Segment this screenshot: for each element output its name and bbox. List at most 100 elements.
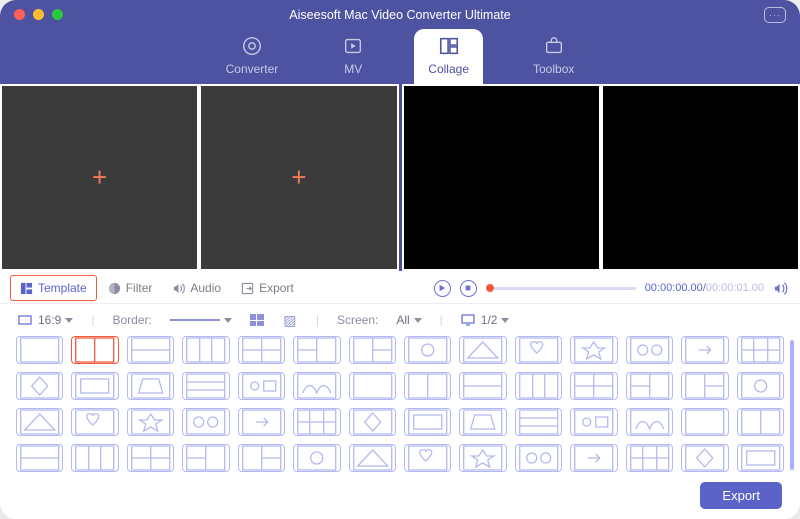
template-thumb[interactable] (459, 444, 506, 472)
nav-mv[interactable]: MV (328, 29, 378, 84)
template-thumb[interactable] (349, 408, 396, 436)
template-thumb[interactable] (71, 408, 118, 436)
template-thumb[interactable] (459, 372, 506, 400)
template-thumb[interactable] (515, 372, 562, 400)
template-thumb[interactable] (404, 372, 451, 400)
template-thumb[interactable] (293, 372, 340, 400)
export-button[interactable]: Export (700, 482, 782, 509)
player-controls: 00:00:00.00/00:00:01.00 (434, 280, 788, 297)
titlebar: Aiseesoft Mac Video Converter Ultimate ·… (0, 0, 800, 84)
template-thumb[interactable] (737, 444, 784, 472)
templates-scrollbar[interactable] (790, 340, 794, 470)
template-thumb[interactable] (515, 336, 562, 364)
template-thumb[interactable] (515, 444, 562, 472)
subtab-label: Template (38, 281, 87, 295)
stop-button[interactable] (460, 280, 477, 297)
toolbox-icon (543, 35, 565, 57)
template-thumb[interactable] (404, 336, 451, 364)
subtab-filter[interactable]: Filter (99, 276, 162, 300)
template-thumb[interactable] (737, 336, 784, 364)
template-thumb[interactable] (404, 408, 451, 436)
template-thumb[interactable] (681, 444, 728, 472)
nav-collage[interactable]: Collage (414, 29, 483, 84)
options-row: 16:9 | Border: ▨ | Screen: All | 1/2 (0, 304, 800, 334)
template-thumb[interactable] (570, 336, 617, 364)
template-icon (20, 282, 33, 295)
screen-select[interactable]: All (396, 313, 421, 327)
template-thumb[interactable] (515, 408, 562, 436)
template-thumb[interactable] (626, 444, 673, 472)
drop-cell-1[interactable]: + (2, 86, 197, 269)
app-window: Aiseesoft Mac Video Converter Ultimate ·… (0, 0, 800, 519)
template-thumb[interactable] (737, 408, 784, 436)
template-thumb[interactable] (127, 444, 174, 472)
template-thumb[interactable] (626, 372, 673, 400)
mv-icon (342, 35, 364, 57)
template-thumb[interactable] (182, 408, 229, 436)
aspect-ratio-select[interactable]: 16:9 (18, 313, 73, 327)
play-button[interactable] (434, 280, 451, 297)
chevron-down-icon (501, 318, 509, 323)
screen-value: All (396, 313, 409, 327)
converter-icon (241, 35, 263, 57)
template-thumb[interactable] (182, 444, 229, 472)
layer-value: 1/2 (481, 313, 498, 327)
main-nav: Converter MV Collage Toolbox (0, 29, 800, 84)
template-thumb[interactable] (127, 372, 174, 400)
template-thumb[interactable] (16, 336, 63, 364)
border-style-select[interactable] (170, 318, 232, 323)
template-thumb[interactable] (570, 372, 617, 400)
template-thumb[interactable] (681, 372, 728, 400)
preview-cell-1 (404, 86, 599, 269)
template-thumb[interactable] (293, 336, 340, 364)
template-thumb[interactable] (570, 444, 617, 472)
template-thumb[interactable] (293, 444, 340, 472)
template-thumb[interactable] (349, 372, 396, 400)
nav-label: Converter (226, 62, 279, 76)
template-thumb[interactable] (293, 408, 340, 436)
export-icon (241, 282, 254, 295)
template-thumb[interactable] (737, 372, 784, 400)
template-thumb[interactable] (349, 444, 396, 472)
seek-bar[interactable] (486, 287, 636, 290)
template-thumb[interactable] (349, 336, 396, 364)
border-hatch-button[interactable]: ▨ (282, 312, 298, 328)
chevron-down-icon (414, 318, 422, 323)
template-thumb[interactable] (71, 444, 118, 472)
template-thumb[interactable] (626, 408, 673, 436)
nav-converter[interactable]: Converter (212, 29, 293, 84)
template-thumb[interactable] (16, 372, 63, 400)
editor-preview-pane (402, 84, 800, 271)
nav-label: Collage (428, 62, 469, 76)
template-thumb[interactable] (16, 408, 63, 436)
template-thumb[interactable] (404, 444, 451, 472)
subtab-audio[interactable]: Audio (163, 276, 230, 300)
plus-icon: + (92, 162, 107, 193)
volume-button[interactable] (773, 281, 788, 296)
template-thumb[interactable] (71, 372, 118, 400)
subtab-row: Template Filter Audio Export 00:00:00.00… (0, 271, 800, 304)
drop-cell-2[interactable]: + (201, 86, 396, 269)
template-thumb[interactable] (681, 408, 728, 436)
nav-toolbox[interactable]: Toolbox (519, 29, 588, 84)
template-thumb[interactable] (182, 336, 229, 364)
template-thumb[interactable] (459, 336, 506, 364)
template-thumb[interactable] (681, 336, 728, 364)
template-thumb[interactable] (238, 372, 285, 400)
subtab-export[interactable]: Export (232, 276, 303, 300)
collage-editor: + + (0, 84, 800, 271)
template-thumb[interactable] (459, 408, 506, 436)
template-thumb[interactable] (182, 372, 229, 400)
template-thumb[interactable] (238, 408, 285, 436)
layer-select[interactable]: 1/2 (461, 313, 510, 327)
subtab-template[interactable]: Template (10, 275, 97, 301)
template-thumb[interactable] (71, 336, 118, 364)
template-thumb[interactable] (626, 336, 673, 364)
template-thumb[interactable] (238, 444, 285, 472)
template-thumb[interactable] (127, 408, 174, 436)
border-color-button[interactable] (250, 314, 264, 326)
template-thumb[interactable] (570, 408, 617, 436)
template-thumb[interactable] (127, 336, 174, 364)
template-thumb[interactable] (238, 336, 285, 364)
template-thumb[interactable] (16, 444, 63, 472)
